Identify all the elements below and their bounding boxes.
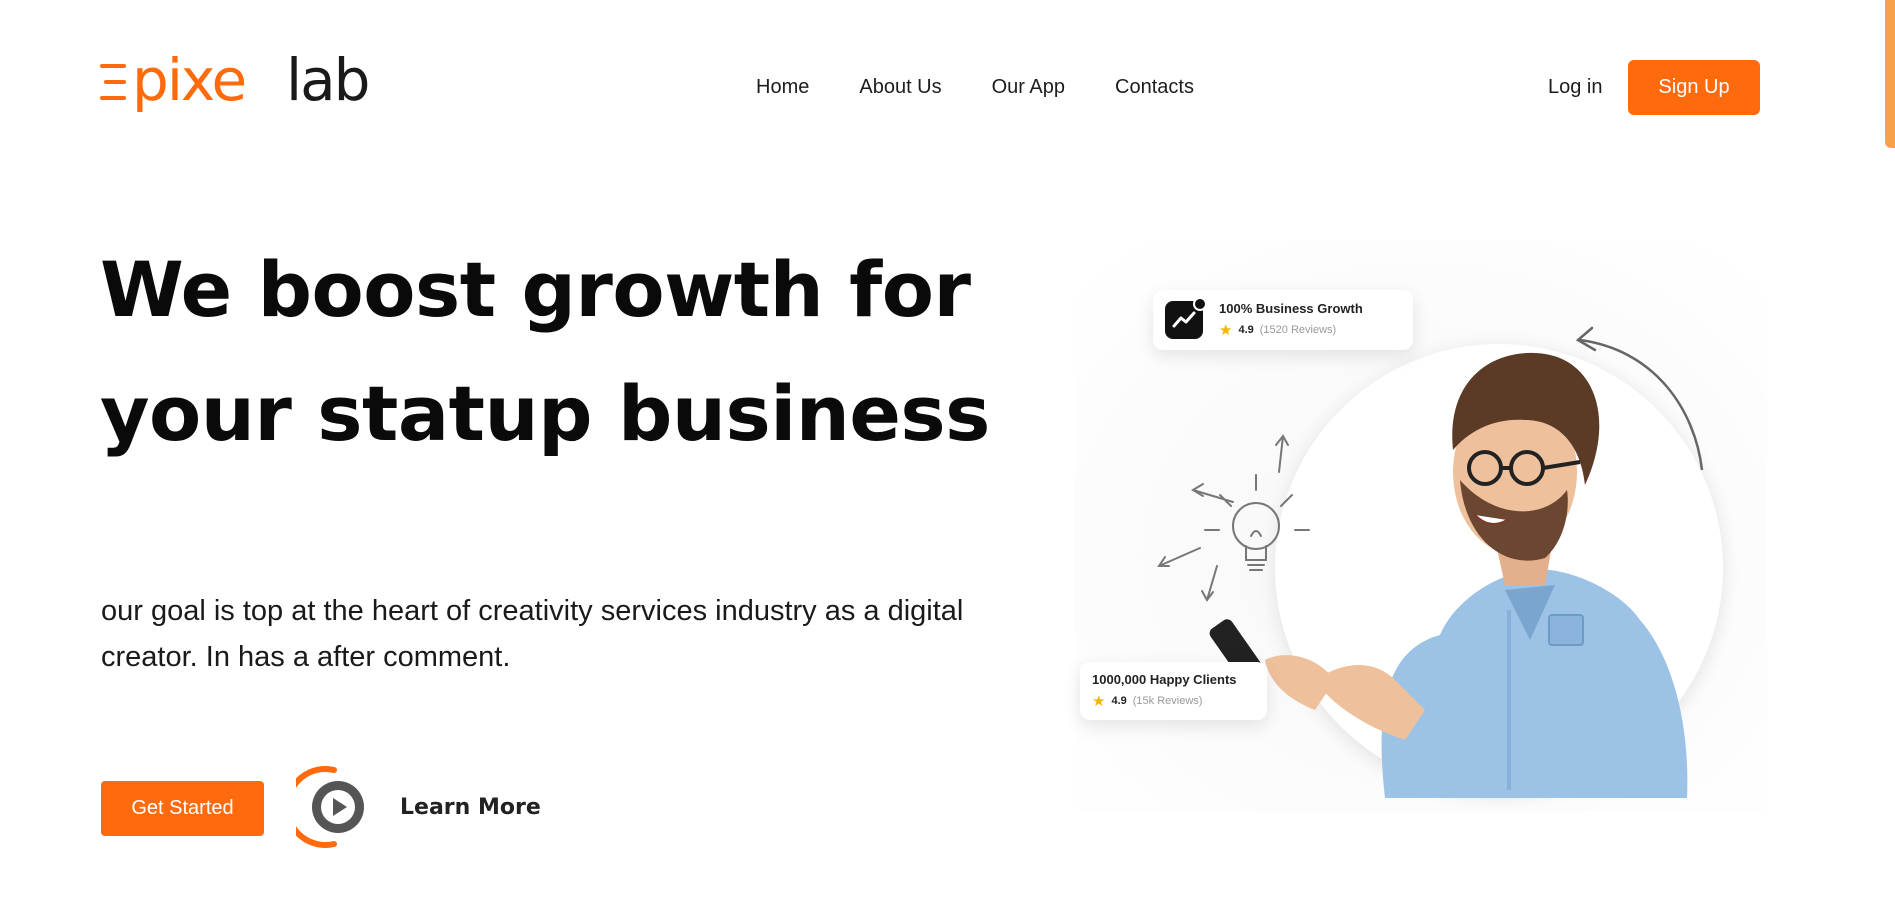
growth-chart-icon: [1165, 297, 1207, 339]
epixelab-logo[interactable]: pixe lab: [100, 54, 405, 120]
happy-clients-card: 1000,000 Happy Clients ★ 4.9 (15k Review…: [1080, 662, 1267, 720]
hero-illustration: 100% Business Growth ★ 4.9 (1520 Reviews…: [1075, 240, 1767, 812]
nav-home[interactable]: Home: [756, 76, 809, 99]
headline-line-2: your statup business: [100, 369, 990, 458]
nav-about-us[interactable]: About Us: [859, 76, 941, 99]
growth-card-title: 100% Business Growth: [1219, 301, 1363, 316]
hero-headline: We boost growth for your statup business: [100, 228, 1000, 476]
growth-card-rating-row: ★ 4.9 (1520 Reviews): [1219, 321, 1363, 339]
svg-text:lab: lab: [286, 54, 368, 114]
learn-more-button[interactable]: Learn More: [296, 766, 541, 848]
hero-description: our goal is top at the heart of creativi…: [101, 595, 964, 673]
clients-card-title: 1000,000 Happy Clients: [1092, 672, 1237, 687]
trend-up-icon: [1172, 311, 1196, 328]
main-nav: Home About Us Our App Contacts: [756, 76, 1194, 99]
clients-card-rating: 4.9: [1111, 695, 1127, 707]
clients-card-reviews: (15k Reviews): [1132, 695, 1203, 707]
scrollbar-thumb[interactable]: [1885, 0, 1895, 148]
clients-card-rating-row: ★ 4.9 (15k Reviews): [1092, 692, 1237, 710]
business-growth-card: 100% Business Growth ★ 4.9 (1520 Reviews…: [1153, 290, 1413, 350]
growth-card-rating: 4.9: [1238, 324, 1254, 336]
svg-text:pixe: pixe: [132, 54, 245, 114]
headline-line-1: We boost growth for: [100, 245, 971, 334]
growth-card-reviews: (1520 Reviews): [1259, 324, 1337, 336]
learn-more-label: Learn More: [400, 794, 541, 820]
notification-dot: [1193, 297, 1207, 311]
get-started-button[interactable]: Get Started: [101, 781, 264, 836]
login-link[interactable]: Log in: [1548, 76, 1603, 99]
star-icon: ★: [1092, 693, 1106, 710]
logo-wordmark: pixe lab: [100, 54, 370, 114]
play-icon: [296, 766, 364, 848]
nav-our-app[interactable]: Our App: [992, 76, 1065, 99]
star-icon: ★: [1219, 322, 1233, 339]
signup-button[interactable]: Sign Up: [1628, 60, 1760, 115]
nav-contacts[interactable]: Contacts: [1115, 76, 1194, 99]
